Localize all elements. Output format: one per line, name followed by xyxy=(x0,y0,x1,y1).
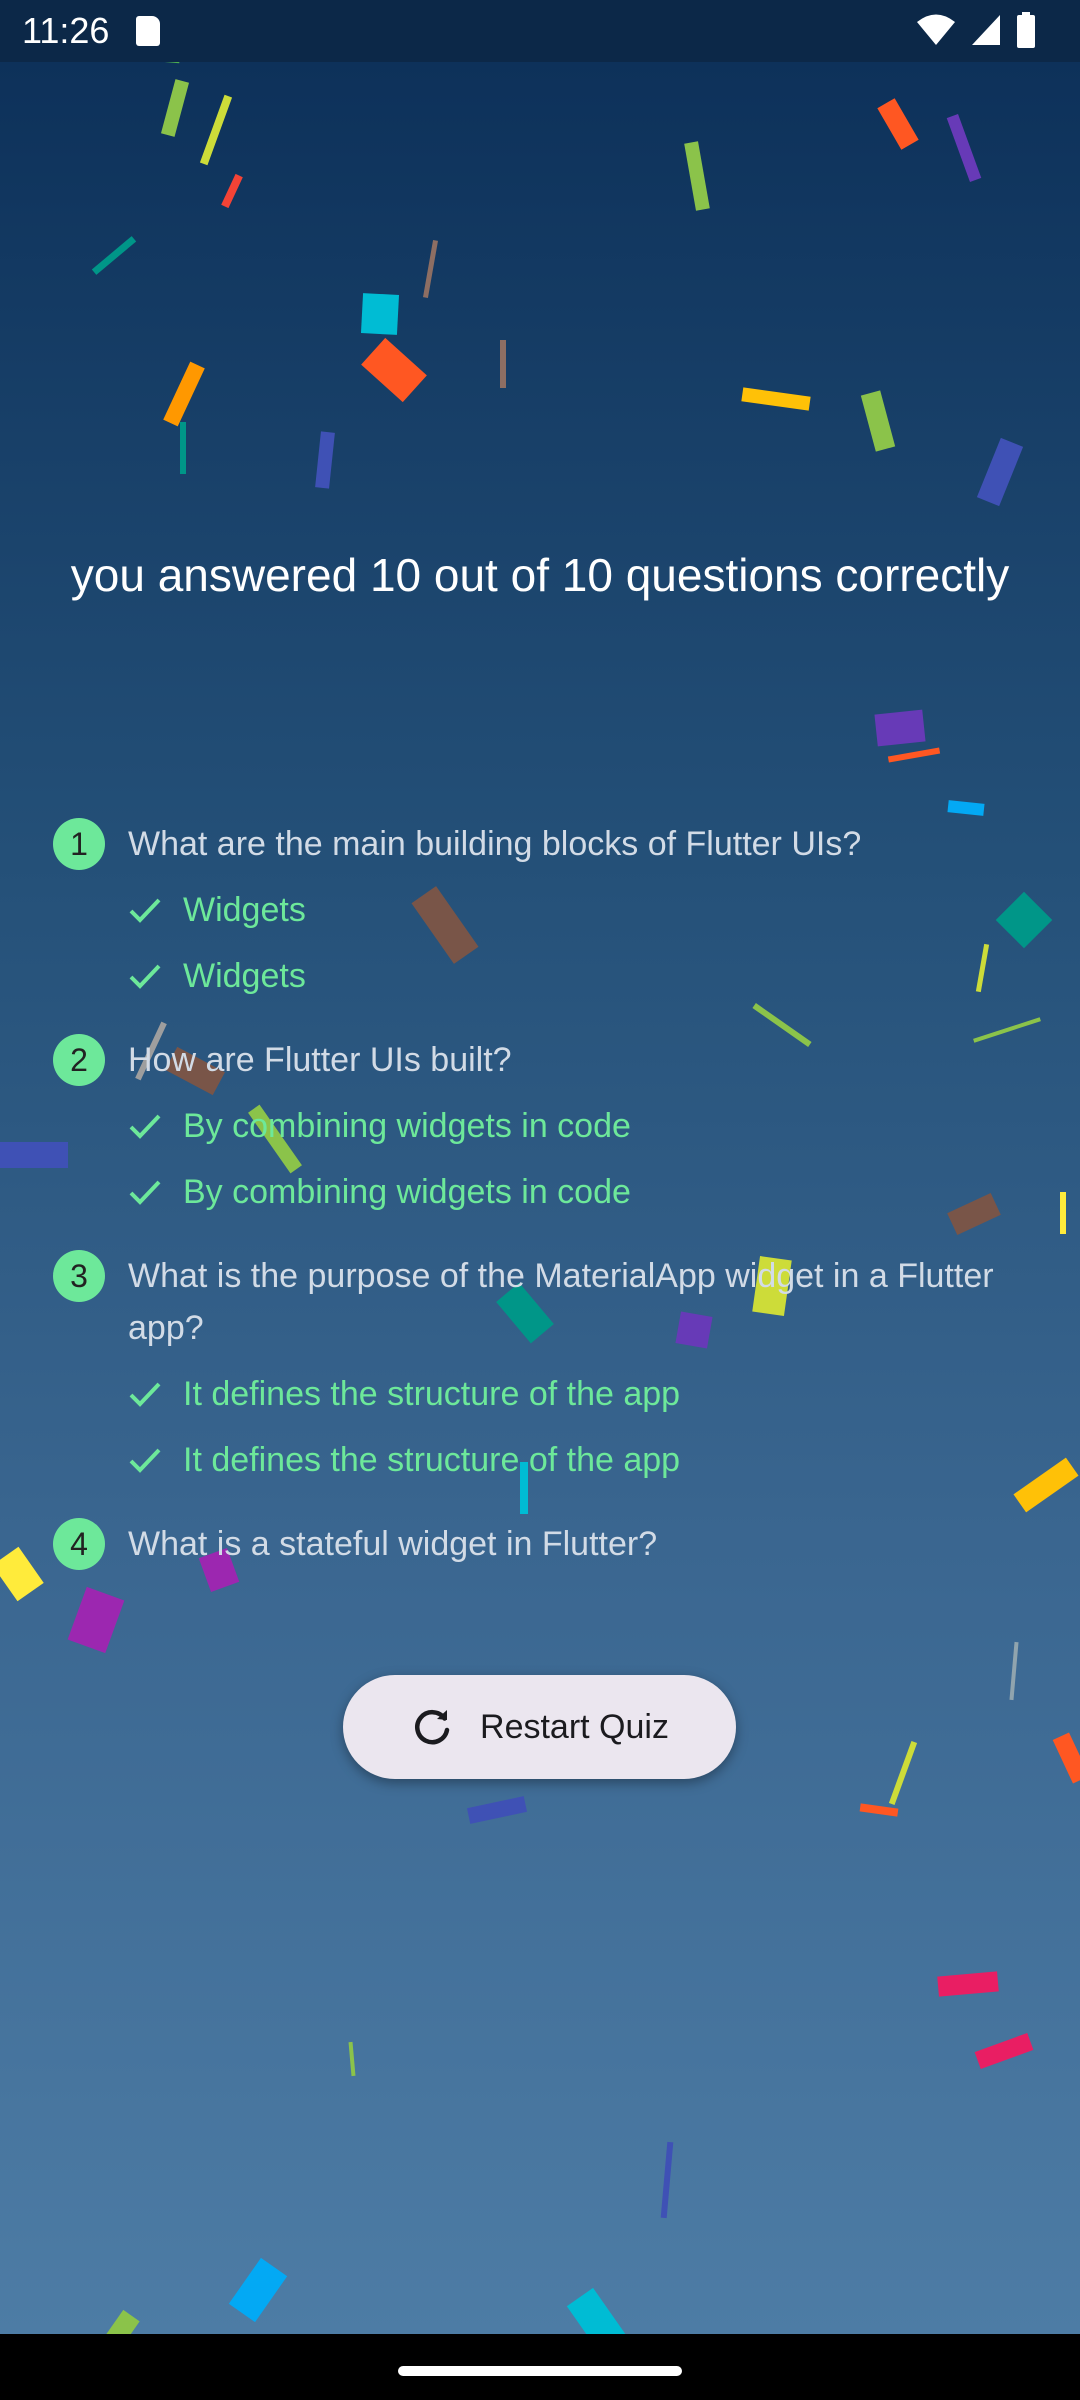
user-answer: Widgets xyxy=(128,884,1038,936)
checkmark-icon xyxy=(129,898,161,923)
restart-icon xyxy=(415,1710,450,1745)
question-number-badge: 4 xyxy=(53,1518,105,1570)
confetti-piece xyxy=(315,431,335,489)
confetti-piece xyxy=(874,709,926,747)
confetti-piece xyxy=(100,2309,140,2334)
confetti-piece xyxy=(180,422,186,474)
checkmark-icon xyxy=(129,1114,161,1139)
confetti-piece xyxy=(859,1803,899,1817)
user-answer: By combining widgets in code xyxy=(128,1100,1038,1152)
question-number-badge: 3 xyxy=(53,1250,105,1302)
user-answer: It defines the structure of the app xyxy=(128,1368,1038,1420)
confetti-piece xyxy=(361,337,427,403)
confetti-piece xyxy=(877,98,919,150)
confetti-piece xyxy=(860,390,896,452)
confetti-piece xyxy=(976,437,1024,507)
confetti-piece xyxy=(199,94,233,166)
signal-icon xyxy=(972,15,1000,45)
confetti-piece xyxy=(684,141,710,211)
confetti-piece xyxy=(147,62,185,64)
restart-quiz-button[interactable]: Restart Quiz xyxy=(343,1675,736,1779)
question-text: What are the main building blocks of Flu… xyxy=(128,825,862,863)
summary-item: 1 What are the main building blocks of F… xyxy=(48,812,1038,1002)
confetti-piece xyxy=(741,387,811,411)
correct-answer: Widgets xyxy=(128,950,1038,1002)
user-answer-text: By combining widgets in code xyxy=(183,1107,631,1145)
home-gesture-handle[interactable] xyxy=(398,2366,682,2376)
summary-item: 4 What is a stateful widget in Flutter? xyxy=(48,1512,1038,1570)
confetti-piece xyxy=(0,1546,44,1602)
checkmark-icon xyxy=(129,1180,161,1205)
correct-answer-text: It defines the structure of the app xyxy=(183,1441,681,1479)
confetti-piece xyxy=(974,2032,1034,2070)
confetti-piece xyxy=(1060,1192,1066,1234)
question-text: How are Flutter UIs built? xyxy=(128,1041,512,1079)
confetti-piece xyxy=(67,1586,125,1654)
confetti-piece xyxy=(160,79,190,137)
status-time: 11:26 xyxy=(22,10,110,51)
result-headline: you answered 10 out of 10 questions corr… xyxy=(70,549,1010,601)
question-number-badge: 2 xyxy=(53,1034,105,1086)
answers-summary[interactable]: 1 What are the main building blocks of F… xyxy=(48,812,1038,1592)
confetti-piece xyxy=(937,1971,999,1997)
confetti-piece xyxy=(887,747,941,763)
summary-item: 2 How are Flutter UIs built? By combinin… xyxy=(48,1028,1038,1218)
correct-answer-text: By combining widgets in code xyxy=(183,1173,631,1211)
question-text: What is a stateful widget in Flutter? xyxy=(128,1525,658,1563)
confetti-piece xyxy=(423,240,438,298)
confetti-piece xyxy=(1009,1641,1019,1701)
question-number-badge: 1 xyxy=(53,818,105,870)
correct-answer: By combining widgets in code xyxy=(128,1166,1038,1218)
confetti-piece xyxy=(500,340,506,388)
question-text: What is the purpose of the MaterialApp w… xyxy=(128,1257,994,1347)
quiz-results-screen: you answered 10 out of 10 questions corr… xyxy=(0,62,1080,2334)
checkmark-icon xyxy=(129,964,161,989)
confetti-piece xyxy=(466,1796,528,1824)
confetti-piece xyxy=(221,173,243,209)
confetti-piece xyxy=(566,2287,626,2334)
checkmark-icon xyxy=(129,1382,161,1407)
confetti-piece xyxy=(946,113,982,183)
confetti-piece xyxy=(1052,1732,1080,1784)
confetti-piece xyxy=(660,2141,674,2219)
correct-answer-text: Widgets xyxy=(183,957,306,995)
system-icons xyxy=(916,12,1036,48)
sd-card-icon xyxy=(136,16,160,46)
battery-icon xyxy=(1017,12,1035,48)
wifi-icon xyxy=(917,14,955,45)
checkmark-icon xyxy=(129,1448,161,1473)
confetti-piece xyxy=(348,2041,356,2077)
restart-quiz-label: Restart Quiz xyxy=(480,1707,669,1746)
user-answer-text: It defines the structure of the app xyxy=(183,1375,681,1413)
user-answer-text: Widgets xyxy=(183,891,306,929)
confetti-piece xyxy=(91,236,137,275)
confetti-piece xyxy=(360,293,400,335)
summary-item: 3 What is the purpose of the MaterialApp… xyxy=(48,1244,1038,1486)
confetti-piece xyxy=(163,361,205,427)
status-bar: 11:26 xyxy=(0,0,1080,62)
navigation-bar xyxy=(0,2334,1080,2400)
confetti-piece xyxy=(228,2257,288,2323)
confetti-piece xyxy=(888,1740,918,1806)
correct-answer: It defines the structure of the app xyxy=(128,1434,1038,1486)
